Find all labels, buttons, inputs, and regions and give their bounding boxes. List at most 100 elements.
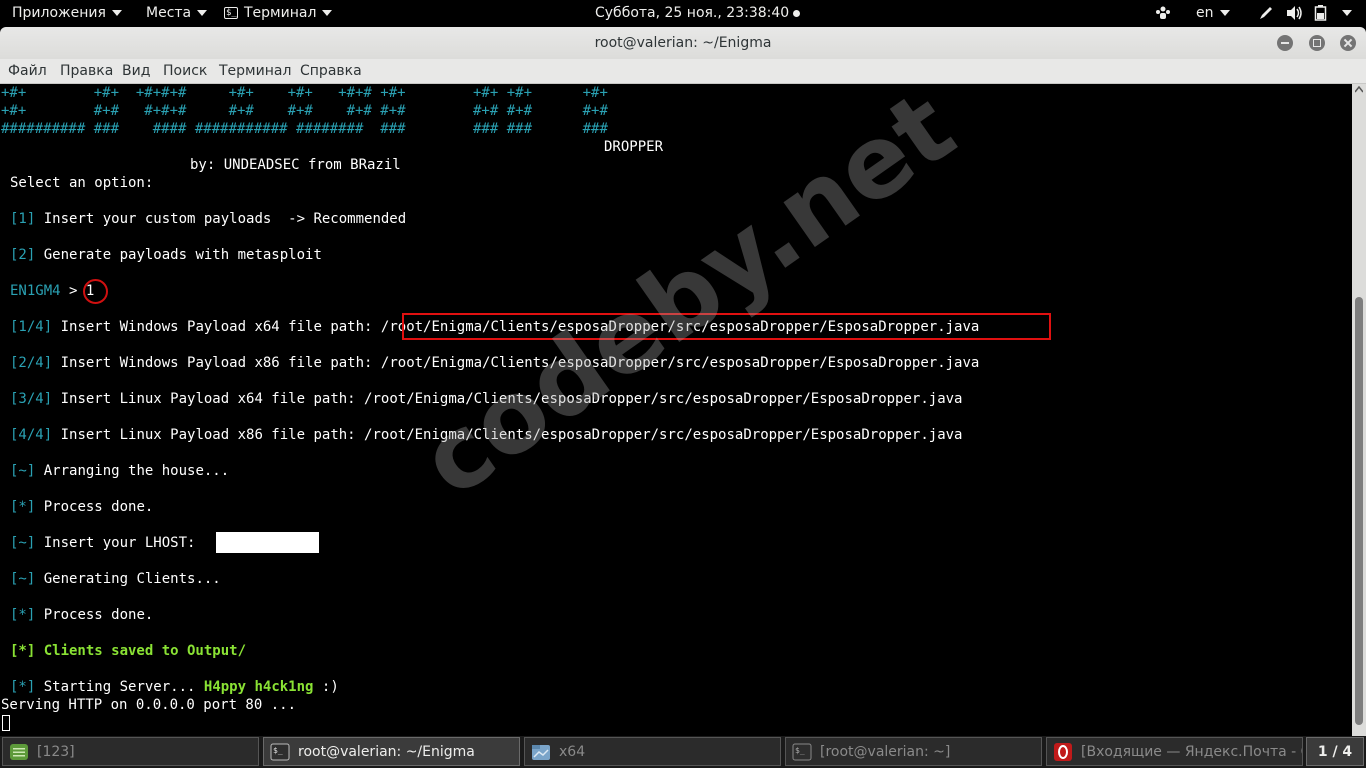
chevron-down-icon [1342, 10, 1352, 16]
status-text: Generating Clients... [43, 571, 221, 587]
menu-file[interactable]: Файл [8, 59, 47, 83]
svg-text:$_: $_ [795, 746, 805, 755]
menu-terminal[interactable]: Терминал [219, 59, 291, 83]
circle-annotation [83, 279, 108, 304]
svg-text:$_: $_ [273, 746, 283, 755]
arranging-line: [~] Arranging the house... [10, 462, 229, 480]
chevron-down-icon [322, 10, 333, 16]
language-label: en [1196, 5, 1214, 21]
status-text: Insert your LHOST: [43, 535, 196, 551]
watermark: codeby.net [400, 84, 975, 520]
task-button[interactable]: [123] [2, 737, 259, 766]
banner-line: +#+ +#+ +#+#+# +#+ +#+ +#+# +#+ +#+ +#+ … [1, 85, 608, 101]
close-button[interactable] [1340, 35, 1356, 51]
status-text: Process done. [43, 499, 154, 515]
chevron-down-icon [1219, 10, 1230, 16]
places-menu[interactable]: Места [146, 0, 208, 27]
task-label: x64 [559, 744, 586, 760]
scroll-up-icon[interactable] [1355, 86, 1363, 93]
author-line: by: UNDEADSEC from BRazil [190, 157, 401, 173]
language-menu[interactable]: en [1196, 0, 1230, 27]
status-tag: [*] [10, 499, 36, 515]
chevron-down-icon [111, 10, 122, 16]
step-path: /root/Enigma/Clients/esposaDropper/src/e… [364, 427, 963, 443]
terminal-icon: $_ [792, 743, 812, 761]
task-button[interactable]: $_ [root@valerian: ~] [785, 737, 1042, 766]
step-tag: [3/4] [10, 391, 53, 407]
terminal-output[interactable]: +#+ +#+ +#+#+# +#+ +#+ +#+# +#+ +#+ +#+ … [0, 84, 1352, 736]
status-tag: [~] [10, 463, 36, 479]
happy-hacking-text: H4ppy h4ck1ng [203, 679, 314, 695]
process-done-line: [*] Process done. [10, 498, 153, 516]
maximize-button[interactable] [1309, 35, 1325, 51]
generating-line: [~] Generating Clients... [10, 570, 221, 588]
menu-view[interactable]: Вид [122, 59, 150, 83]
scrollbar-thumb[interactable] [1355, 297, 1363, 725]
status-text: Process done. [43, 607, 154, 623]
task-label: root@valerian: ~/Enigma [298, 744, 475, 760]
step-label: Insert Windows Payload x86 file path: [60, 355, 373, 371]
folder-icon [532, 745, 550, 760]
step-tag: [2/4] [10, 355, 53, 371]
workspace-switcher[interactable]: 1 / 4 [1306, 737, 1364, 766]
step-label: Insert Linux Payload x64 file path: [60, 391, 356, 407]
window-title: root@valerian: ~/Enigma [594, 35, 772, 51]
banner-line: ########## ### #### ########### ########… [1, 121, 608, 137]
option-tag: [2] [10, 247, 36, 263]
window-titlebar[interactable]: root@valerian: ~/Enigma [0, 27, 1366, 59]
task-label: [root@valerian: ~] [820, 744, 951, 760]
pen-icon[interactable] [1258, 0, 1274, 27]
scrollbar[interactable] [1352, 84, 1366, 736]
top-panel: Приложения Места $_ Терминал Суббота, 25 … [0, 0, 1366, 27]
terminal-icon: $_ [270, 743, 290, 761]
process-done-line: [*] Process done. [10, 606, 153, 624]
lhost-line: [~] Insert your LHOST: [10, 534, 195, 552]
opera-icon [1054, 743, 1072, 761]
highlight-annotation [402, 313, 1051, 340]
menu-edit[interactable]: Правка [60, 59, 113, 83]
terminal-app-label: Терминал [244, 5, 317, 21]
clock[interactable]: Суббота, 25 ноя., 23:38:40 [595, 0, 801, 27]
step-tag: [1/4] [10, 319, 53, 335]
terminal-cursor [2, 715, 10, 731]
task-button[interactable]: $_ root@valerian: ~/Enigma [263, 737, 520, 766]
terminal-window: root@valerian: ~/Enigma Файл Правка Вид … [0, 27, 1366, 736]
menu-search[interactable]: Поиск [163, 59, 207, 83]
accessibility-icon[interactable] [1155, 0, 1171, 27]
serving-http-line: Serving HTTP on 0.0.0.0 port 80 ... [1, 697, 297, 713]
payload-3-line: [3/4] Insert Linux Payload x64 file path… [10, 390, 963, 408]
system-menu[interactable] [1336, 0, 1352, 27]
task-button[interactable]: x64 [524, 737, 781, 766]
menu-help[interactable]: Справка [300, 59, 362, 83]
starting-server-line: [*] Starting Server... H4ppy h4ck1ng :) [10, 678, 339, 696]
step-label: Insert Linux Payload x86 file path: [60, 427, 356, 443]
clock-label: Суббота, 25 ноя., 23:38:40 [595, 5, 790, 21]
battery-icon[interactable] [1314, 0, 1328, 27]
payload-2-line: [2/4] Insert Windows Payload x86 file pa… [10, 354, 979, 372]
smile-text: :) [321, 679, 339, 695]
status-tag: [~] [10, 571, 36, 587]
task-label: [Входящие — Яндекс.Почта - Op… [1081, 744, 1302, 760]
text-editor-icon [10, 744, 28, 760]
applications-menu[interactable]: Приложения [12, 0, 122, 27]
option-text: Insert your custom payloads -> Recommend… [43, 211, 407, 227]
chevron-down-icon [197, 10, 208, 16]
payload-4-line: [4/4] Insert Linux Payload x86 file path… [10, 426, 963, 444]
applications-label: Приложения [12, 5, 106, 21]
banner-line: +#+ #+# #+#+# #+# #+# #+# #+# #+# #+# #+… [1, 103, 608, 119]
terminal-app-menu[interactable]: $_ Терминал [224, 0, 333, 27]
task-label: [123] [37, 744, 75, 760]
clients-saved-line: [*] Clients saved to Output/ [10, 643, 247, 659]
status-tag: [~] [10, 535, 36, 551]
volume-icon[interactable] [1286, 0, 1304, 27]
option-text: Generate payloads with metasploit [43, 247, 322, 263]
task-button[interactable]: [Входящие — Яндекс.Почта - Op… [1046, 737, 1303, 766]
status-text: Arranging the house... [43, 463, 230, 479]
minimize-button[interactable] [1277, 35, 1293, 51]
status-text: Starting Server... [43, 679, 196, 695]
status-tag: [*] [10, 607, 36, 623]
option-tag: [1] [10, 211, 36, 227]
prompt-line: EN1GM4 > 1 [10, 282, 94, 300]
step-path: /root/Enigma/Clients/esposaDropper/src/e… [364, 391, 963, 407]
taskbar: [123] $_ root@valerian: ~/Enigma x64 $_ … [0, 736, 1366, 768]
